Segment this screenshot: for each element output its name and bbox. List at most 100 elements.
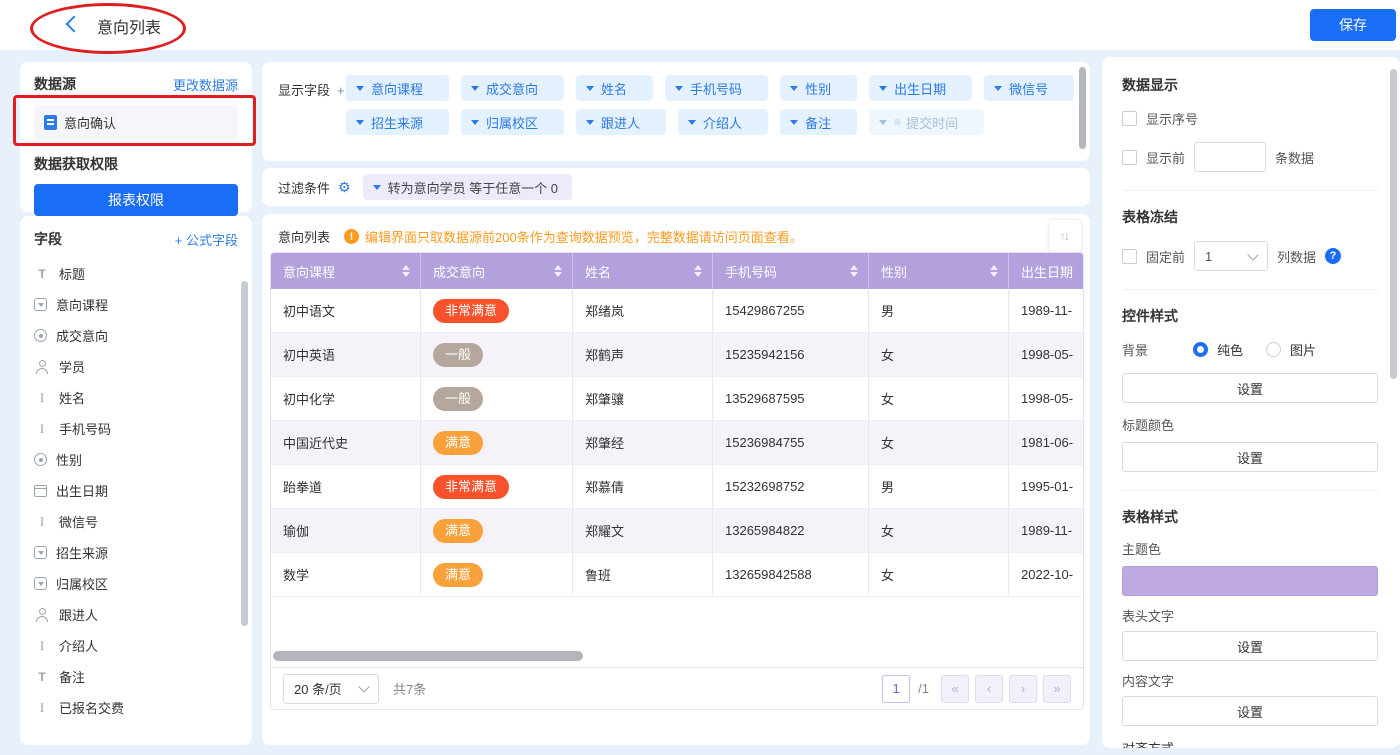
theme-color-swatch[interactable] xyxy=(1122,566,1378,596)
solid-color-radio[interactable] xyxy=(1193,342,1208,357)
settings-scrollbar[interactable] xyxy=(1390,69,1397,379)
cell-name: 郑肇经 xyxy=(573,421,713,464)
help-icon[interactable]: ? xyxy=(1325,248,1341,264)
field-item[interactable]: 意向课程 xyxy=(34,289,238,320)
cell-intent: 非常满意 xyxy=(421,289,573,332)
table-row[interactable]: 跆拳道 非常满意 郑慕倩 15232698752 男 1995-01- xyxy=(271,465,1084,509)
cell-intent: 满意 xyxy=(421,553,573,596)
sort-icon[interactable] xyxy=(402,265,410,277)
field-item[interactable]: 标题 xyxy=(34,258,238,289)
sort-icon[interactable] xyxy=(694,265,702,277)
current-page[interactable]: 1 xyxy=(882,675,910,703)
field-tag[interactable]: 微信号 xyxy=(984,75,1074,101)
field-item[interactable]: 学员 xyxy=(34,351,238,382)
cell-course: 初中英语 xyxy=(271,333,421,376)
column-header[interactable]: 姓名 xyxy=(573,253,713,289)
freeze-checkbox[interactable] xyxy=(1122,249,1137,264)
table-row[interactable]: 数学 满意 鲁班 132659842588 女 2022-10- xyxy=(271,553,1084,597)
cell-intent: 满意 xyxy=(421,421,573,464)
field-item[interactable]: 归属校区 xyxy=(34,568,238,599)
chevron-down-icon xyxy=(471,86,479,95)
settings-panel: 数据显示 显示序号 显示前 条数据 表格冻结 固定前 1 列数据 ? 控件样式 … xyxy=(1102,57,1400,748)
field-item[interactable]: 介绍人 xyxy=(34,630,238,661)
column-header[interactable]: 性别 xyxy=(869,253,1009,289)
field-item[interactable]: 备注 xyxy=(34,661,238,692)
page-title: 意向列表 xyxy=(97,14,161,38)
table-row[interactable]: 初中英语 一般 郑鹤声 15235942156 女 1998-05- xyxy=(271,333,1084,377)
cell-birth: 1989-11- xyxy=(1009,289,1084,332)
horizontal-scrollbar[interactable] xyxy=(273,651,583,661)
field-label: 标题 xyxy=(59,264,85,283)
field-item[interactable]: 成交意向 xyxy=(34,320,238,351)
filter-condition-tag[interactable]: 转为意向学员 等于任意一个 0 xyxy=(363,174,572,200)
field-tag[interactable]: 介绍人 xyxy=(678,109,768,135)
field-tag[interactable]: 跟进人 xyxy=(576,109,666,135)
sort-icon[interactable] xyxy=(990,265,998,277)
field-item[interactable]: 招生来源 xyxy=(34,537,238,568)
content-text-set-button[interactable]: 设置 xyxy=(1122,696,1378,726)
back-icon[interactable] xyxy=(66,16,83,33)
column-header[interactable]: 成交意向 xyxy=(421,253,573,289)
show-front-checkbox[interactable] xyxy=(1122,150,1137,165)
field-item[interactable]: 性别 xyxy=(34,444,238,475)
datasource-item[interactable]: 意向确认 xyxy=(34,105,238,139)
field-item[interactable]: 手机号码 xyxy=(34,413,238,444)
table-row[interactable]: 初中语文 非常满意 郑绪岚 15429867255 男 1989-11- xyxy=(271,289,1084,333)
field-tag[interactable]: 出生日期 xyxy=(869,75,972,101)
field-tag[interactable]: 姓名 xyxy=(576,75,653,101)
display-fields-scrollbar[interactable] xyxy=(1079,67,1086,149)
chevron-down-icon xyxy=(675,86,683,95)
page-size-select[interactable]: 20 条/页 xyxy=(283,674,379,704)
field-tag[interactable]: 招生来源 xyxy=(346,109,449,135)
image-radio[interactable] xyxy=(1266,342,1281,357)
column-header[interactable]: 手机号码 xyxy=(713,253,869,289)
field-tag-disabled[interactable]: ≡提交时间 xyxy=(869,109,984,135)
field-tag[interactable]: 意向课程 xyxy=(346,75,449,101)
field-item[interactable]: 姓名 xyxy=(34,382,238,413)
cell-phone: 15232698752 xyxy=(713,465,869,508)
field-tag[interactable]: 备注 xyxy=(780,109,857,135)
fields-scrollbar[interactable] xyxy=(241,281,248,626)
hidden-field-icon: ≡ xyxy=(894,115,901,129)
report-permission-button[interactable]: 报表权限 xyxy=(34,184,238,216)
gear-icon[interactable]: ⚙ xyxy=(338,179,351,196)
field-item[interactable]: 出生日期 xyxy=(34,475,238,506)
cell-name: 郑慕倩 xyxy=(573,465,713,508)
field-tag[interactable]: 手机号码 xyxy=(665,75,768,101)
show-index-checkbox[interactable] xyxy=(1122,111,1137,126)
title-color-set-button[interactable]: 设置 xyxy=(1122,442,1378,472)
next-page-button[interactable]: › xyxy=(1009,675,1037,703)
field-tag[interactable]: 成交意向 xyxy=(461,75,564,101)
table-row[interactable]: 初中化学 一般 郑肇骧 13529687595 女 1998-05- xyxy=(271,377,1084,421)
sort-order-button[interactable]: ↑↓ xyxy=(1048,219,1082,253)
intent-badge: 满意 xyxy=(433,519,483,543)
chevron-down-icon xyxy=(790,120,798,129)
display-fields-label: 显示字段+ xyxy=(278,80,345,99)
field-item[interactable]: 微信号 xyxy=(34,506,238,537)
freeze-columns-select[interactable]: 1 xyxy=(1194,241,1268,271)
show-index-label: 显示序号 xyxy=(1146,109,1198,128)
display-field-tags: 意向课程 成交意向 姓名 手机号码 性别 出生日期 微信号 招生来源 归属校区 … xyxy=(346,71,1090,139)
row-limit-input[interactable] xyxy=(1194,142,1266,172)
last-page-button[interactable]: » xyxy=(1043,675,1071,703)
header-text-set-button[interactable]: 设置 xyxy=(1122,631,1378,661)
pagination-bar: 20 条/页 共7条 1 /1 « ‹ › » xyxy=(271,667,1083,709)
column-header[interactable]: 意向课程 xyxy=(271,253,421,289)
field-item[interactable]: 跟进人 xyxy=(34,599,238,630)
background-set-button[interactable]: 设置 xyxy=(1122,373,1378,403)
add-field-icon[interactable]: + xyxy=(337,83,345,98)
prev-page-button[interactable]: ‹ xyxy=(975,675,1003,703)
add-formula-field-link[interactable]: + 公式字段 xyxy=(175,230,238,249)
sort-icon[interactable] xyxy=(850,265,858,277)
field-tag[interactable]: 性别 xyxy=(780,75,857,101)
first-page-button[interactable]: « xyxy=(941,675,969,703)
cell-intent: 满意 xyxy=(421,509,573,552)
field-tag[interactable]: 归属校区 xyxy=(461,109,564,135)
change-datasource-link[interactable]: 更改数据源 xyxy=(173,75,238,94)
sort-icon[interactable] xyxy=(554,265,562,277)
table-row[interactable]: 中国近代史 满意 郑肇经 15236984755 女 1981-06- xyxy=(271,421,1084,465)
save-button[interactable]: 保存 xyxy=(1310,9,1396,41)
column-header[interactable]: 出生日期 xyxy=(1009,253,1084,289)
table-row[interactable]: 瑜伽 满意 郑耀文 13265984822 女 1989-11- xyxy=(271,509,1084,553)
field-item[interactable]: 已报名交费 xyxy=(34,692,238,723)
